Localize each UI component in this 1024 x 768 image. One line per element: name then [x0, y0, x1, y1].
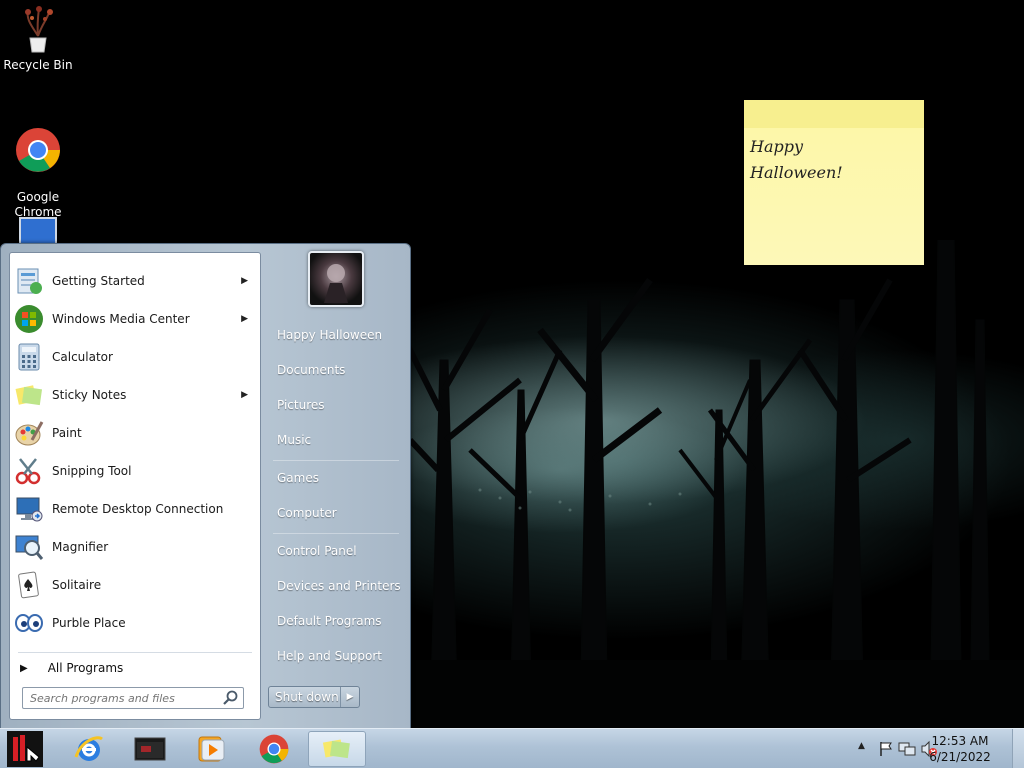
taskbar-windows-media-player[interactable] — [182, 731, 240, 767]
start-menu: Getting Started ▶ Windows Media Center ▶… — [0, 243, 411, 729]
remote-desktop-icon — [16, 497, 43, 522]
start-item-label: Paint — [52, 426, 82, 440]
network-icon[interactable] — [898, 741, 916, 757]
submenu-arrow-icon[interactable]: ▶ — [241, 314, 248, 324]
notification-area: ▲ 12:53 AM 6/21/2022 — [834, 729, 1024, 768]
clock-date: 6/21/2022 — [929, 750, 991, 764]
taskbar-google-chrome[interactable] — [245, 731, 303, 767]
action-center-flag-icon[interactable] — [878, 741, 894, 757]
desktop-icon-label: Recycle Bin — [3, 58, 73, 72]
place-documents[interactable]: Documents — [263, 355, 405, 385]
start-item-windows-media-center[interactable]: Windows Media Center ▶ — [12, 301, 258, 337]
place-computer[interactable]: Computer — [263, 498, 405, 528]
start-item-solitaire[interactable]: Solitaire — [12, 567, 258, 603]
start-item-purble-place[interactable]: Purble Place — [12, 605, 258, 641]
taskbar-sticky-notes[interactable] — [308, 731, 366, 767]
chrome-icon — [259, 734, 289, 764]
all-programs-label: All Programs — [47, 661, 124, 675]
recycle-bin-icon — [25, 6, 53, 53]
sticky-note-text[interactable]: Happy Halloween! — [750, 134, 918, 186]
desktop-icon-google-chrome[interactable]: Google Chrome — [0, 112, 76, 220]
start-item-label: Calculator — [52, 350, 113, 364]
place-default-programs[interactable]: Default Programs — [263, 606, 405, 636]
snipping-tool-icon — [15, 458, 41, 485]
taskbar-internet-explorer[interactable] — [60, 731, 118, 767]
show-desktop-button[interactable] — [1012, 729, 1024, 768]
submenu-arrow-icon[interactable]: ▶ — [241, 390, 248, 400]
user-avatar[interactable] — [308, 251, 364, 307]
all-programs-button[interactable]: ▶ All Programs — [18, 657, 254, 679]
start-item-label: Solitaire — [52, 578, 102, 592]
system-clock[interactable]: 12:53 AM 6/21/2022 — [920, 733, 1000, 765]
user-picture-icon — [324, 264, 348, 303]
calculator-icon — [18, 343, 40, 371]
place-music[interactable]: Music — [263, 425, 405, 455]
getting-started-icon — [17, 268, 42, 294]
start-orb-icon — [7, 731, 43, 767]
start-item-getting-started[interactable]: Getting Started ▶ — [12, 263, 258, 299]
place-control-panel[interactable]: Control Panel — [263, 536, 405, 566]
start-item-label: Magnifier — [52, 540, 109, 554]
purble-place-icon — [15, 614, 43, 632]
internet-explorer-icon — [74, 736, 103, 761]
paint-icon — [15, 421, 44, 446]
places-separator — [273, 460, 399, 461]
start-item-label: Windows Media Center — [52, 312, 190, 326]
chrome-icon — [16, 128, 60, 172]
computer-icon[interactable] — [16, 216, 60, 246]
place-help-and-support[interactable]: Help and Support — [263, 641, 405, 671]
windows-media-player-icon — [198, 736, 225, 762]
taskbar-windows-explorer[interactable] — [121, 731, 179, 767]
show-hidden-icons-arrow-icon[interactable]: ▲ — [858, 741, 865, 751]
place-user-folder[interactable]: Happy Halloween — [263, 320, 405, 350]
submenu-arrow-icon[interactable]: ▶ — [241, 276, 248, 286]
place-devices-and-printers[interactable]: Devices and Printers — [263, 571, 405, 601]
search-icon[interactable] — [222, 690, 240, 706]
start-item-paint[interactable]: Paint — [12, 415, 258, 451]
start-item-label: Snipping Tool — [52, 464, 132, 478]
sticky-note-titlebar[interactable] — [744, 100, 924, 128]
start-item-label: Sticky Notes — [52, 388, 127, 402]
expand-arrow-icon: ▶ — [20, 662, 28, 674]
start-item-label: Remote Desktop Connection — [52, 502, 224, 516]
start-item-magnifier[interactable]: Magnifier — [12, 529, 258, 565]
windows-media-center-icon — [15, 305, 43, 333]
start-button[interactable] — [0, 731, 50, 767]
places-separator — [273, 533, 399, 534]
sticky-notes-icon — [322, 739, 350, 759]
sticky-notes-icon — [15, 385, 43, 406]
solitaire-icon — [18, 571, 39, 599]
desktop-icon-recycle-bin[interactable]: Recycle Bin — [0, 6, 76, 73]
place-pictures[interactable]: Pictures — [263, 390, 405, 420]
clock-time: 12:53 AM — [931, 734, 989, 748]
start-item-snipping-tool[interactable]: Snipping Tool — [12, 453, 258, 489]
search-input[interactable] — [22, 687, 244, 709]
start-item-label: Purble Place — [52, 616, 126, 630]
place-games[interactable]: Games — [263, 463, 405, 493]
shutdown-options-arrow-icon[interactable]: ▶ — [341, 687, 359, 707]
magnifier-icon — [15, 535, 44, 560]
shutdown-button-group: Shut down ▶ — [268, 686, 360, 708]
desktop-icon-label: Google Chrome — [14, 190, 62, 219]
windows-explorer-icon — [134, 737, 166, 761]
start-menu-programs-pane: Getting Started ▶ Windows Media Center ▶… — [9, 252, 261, 720]
start-item-remote-desktop-connection[interactable]: Remote Desktop Connection — [12, 491, 258, 527]
taskbar: ▲ 12:53 AM 6/21/2022 — [0, 728, 1024, 768]
forest-wallpaper-art — [410, 240, 1024, 728]
sticky-note[interactable]: Happy Halloween! — [744, 100, 924, 265]
start-item-label: Getting Started — [52, 274, 145, 288]
start-item-calculator[interactable]: Calculator — [12, 339, 258, 375]
start-item-sticky-notes[interactable]: Sticky Notes ▶ — [12, 377, 258, 413]
shutdown-button[interactable]: Shut down — [269, 687, 341, 707]
programs-separator — [18, 652, 252, 653]
